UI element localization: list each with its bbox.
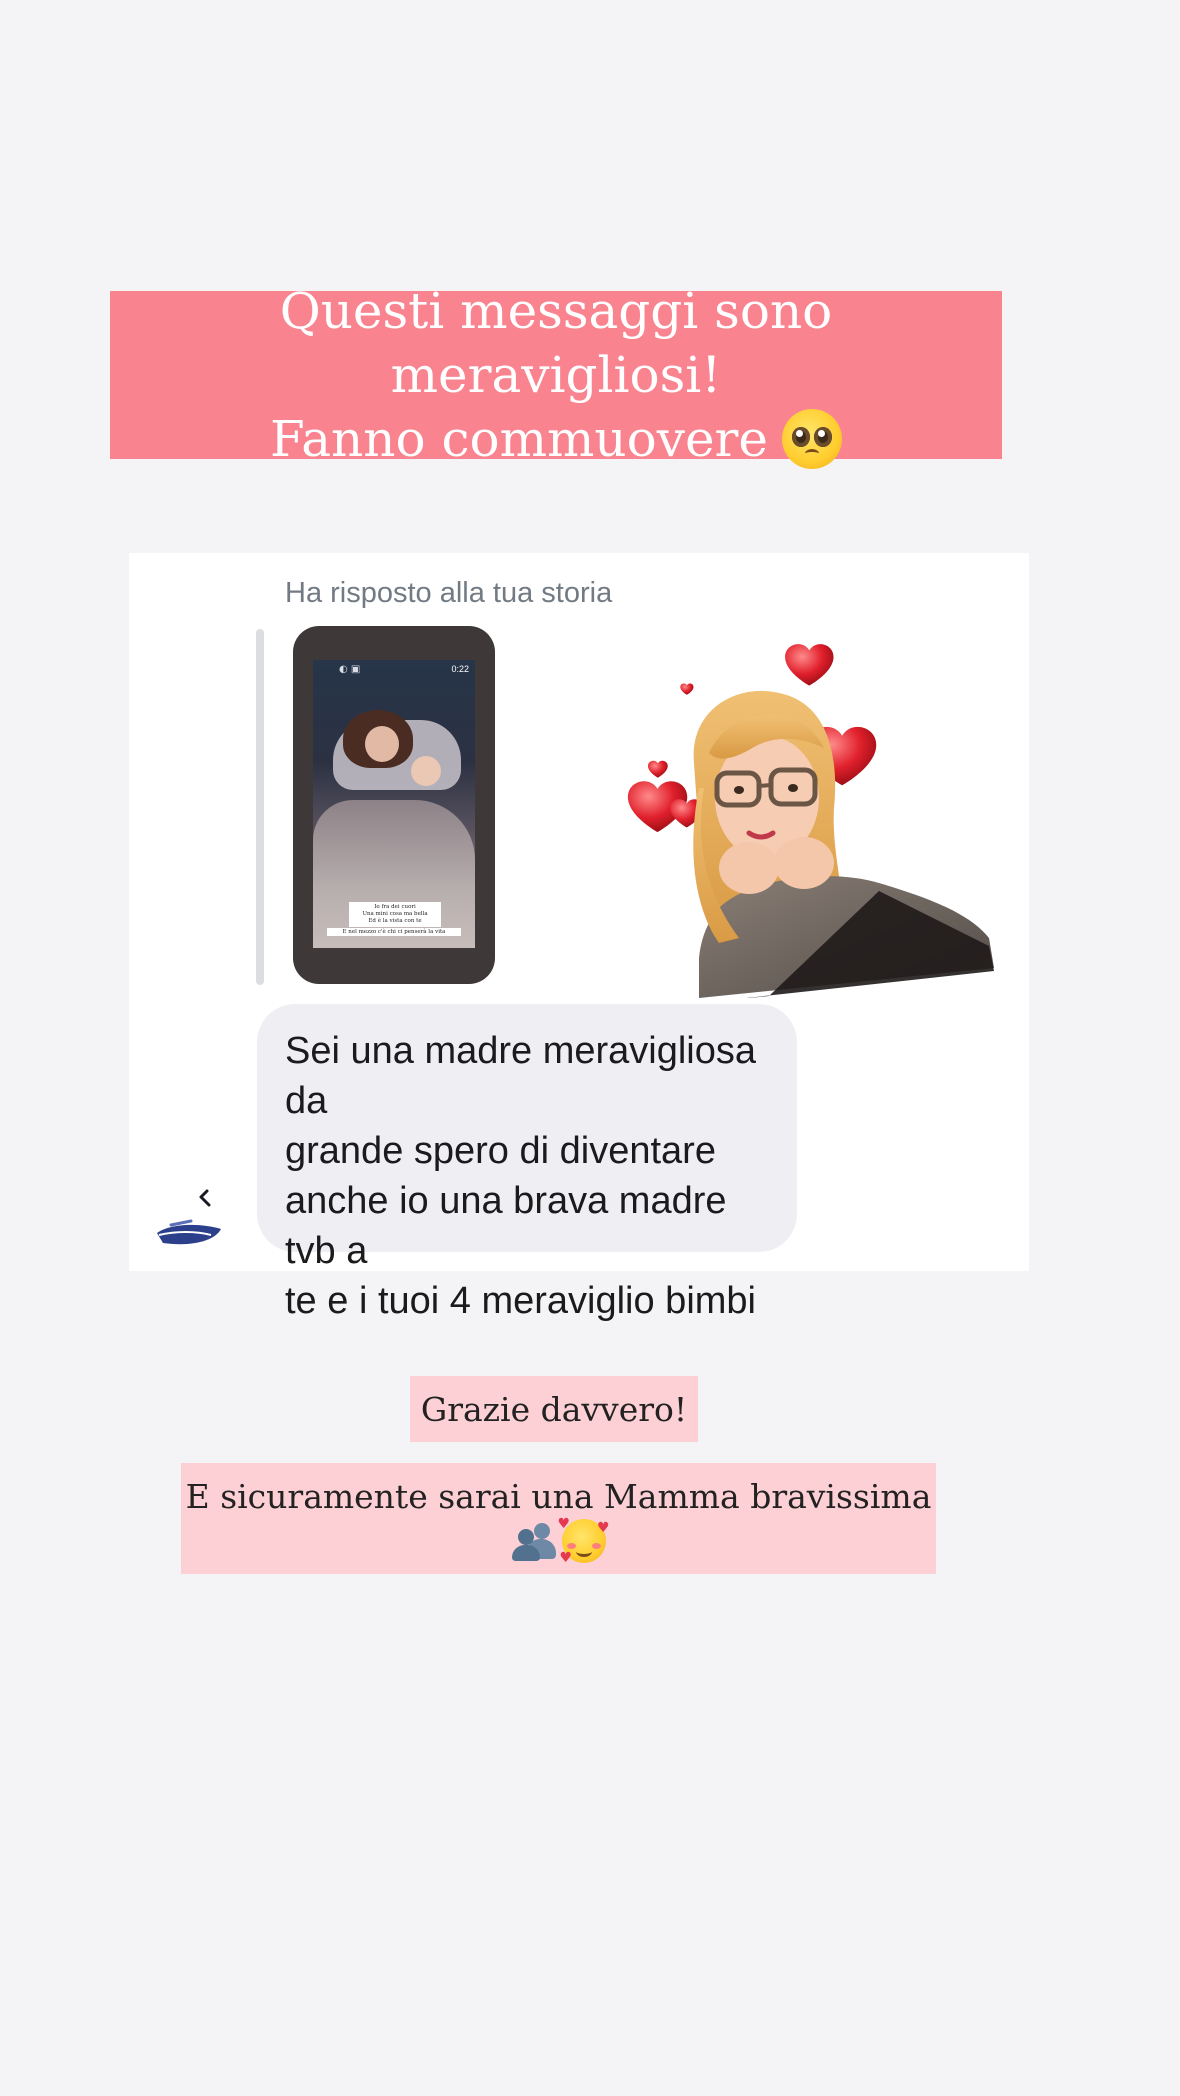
caption-line-1: Questi messaggi sono meravigliosi! <box>279 282 833 404</box>
story-child-face <box>411 756 441 786</box>
caption-line-2-text: Fanno commuovere <box>269 410 769 468</box>
story-caption-line-3: Ed è la vista con te <box>368 918 422 924</box>
memoji-hearts-sticker[interactable] <box>599 638 1029 998</box>
replied-to-story-label: Ha risposto alla tua storia <box>285 577 613 609</box>
reply-thanks: Grazie davvero! <box>410 1376 698 1442</box>
top-caption: Questi messaggi sono meravigliosi! Fanno… <box>110 282 1002 469</box>
story-caption-bottom: E nel mezzo c'è chi ci penserà la vita <box>327 928 461 936</box>
reply-mamma-text: E sicuramente sarai una Mamma bravissima <box>185 1476 932 1516</box>
smiling-face-with-hearts-icon: ♥ ♥ ♥ <box>557 1515 610 1566</box>
sender-avatar[interactable] <box>151 1183 229 1253</box>
story-image: ◐ ▣ 0:22 Io fra dei cuori Una mini cosa … <box>313 660 475 948</box>
story-mother-face <box>365 726 399 762</box>
reply-mamma: E sicuramente sarai una Mamma bravissima… <box>181 1463 936 1574</box>
story-caption-line-2: Una mini cosa ma bella <box>362 911 428 917</box>
story-caption: Io fra dei cuori Una mini cosa ma bella … <box>349 902 441 927</box>
caption-line-2: Fanno commuovere <box>269 407 843 471</box>
reply-emojis: ♥ ♥ ♥ <box>511 1515 610 1566</box>
chat-screenshot: Ha risposto alla tua storia ◐ ▣ 0:22 Io … <box>129 553 1029 1322</box>
story-caption-line-1: Io fra dei cuori <box>374 904 416 910</box>
reply-quote-bar <box>256 629 264 985</box>
story-preview-thumbnail[interactable]: ◐ ▣ 0:22 Io fra dei cuori Una mini cosa … <box>293 626 495 984</box>
story-time: 0:22 <box>451 664 469 674</box>
story-status-icons: ◐ ▣ <box>339 664 361 675</box>
message-bubble[interactable]: Sei una madre meravigliosa da grande spe… <box>257 1004 797 1322</box>
busts-in-silhouette-icon <box>511 1521 558 1561</box>
pleading-face-icon <box>782 409 843 469</box>
